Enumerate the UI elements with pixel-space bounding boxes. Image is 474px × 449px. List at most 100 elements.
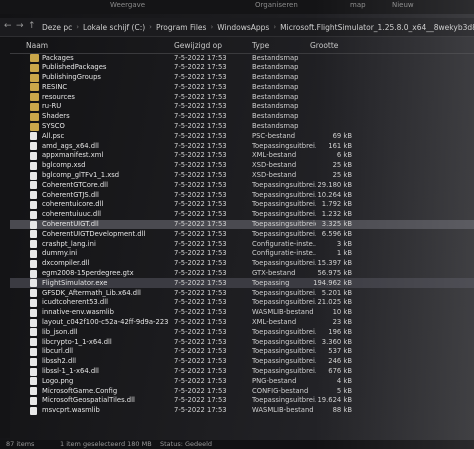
file-row[interactable]: CoherentGTJS.dll 7-5-2022 17:53 Toepassing… (10, 190, 474, 200)
file-row[interactable]: coherentuicore.dll 7-5-2022 17:53 Toepassi… (10, 200, 474, 210)
breadcrumb-item[interactable]: Program Files (156, 23, 207, 32)
column-header-date[interactable]: Gewijzigd op (174, 41, 222, 50)
chevron-right-icon: › (210, 23, 214, 31)
file-type: Bestandsmap (252, 82, 299, 91)
file-row[interactable]: libcrypto-1_1-x64.dll 7-5-2022 17:53 Toepa… (10, 337, 474, 347)
ribbon-tab-map[interactable]: map (350, 1, 366, 9)
file-name: coherentuiuuc.dll (42, 210, 101, 219)
file-size: 6 kB (336, 151, 352, 160)
file-row[interactable]: PublishedPackages 7-5-2022 17:53 Bestandsm… (10, 63, 474, 73)
file-row[interactable]: amd_ags_x64.dll 7-5-2022 17:53 Toepassings… (10, 141, 474, 151)
column-header-name[interactable]: Naam (26, 41, 48, 50)
file-icon (30, 308, 37, 317)
breadcrumb-item[interactable]: Lokale schijf (C:) (83, 23, 145, 32)
file-list: Packages 7-5-2022 17:53 Bestandsmap Publish… (10, 53, 474, 415)
file-row[interactable]: layout_c042f100-c52a-42ff-9d9a-2234... 7-… (10, 318, 474, 328)
file-name: MicrosoftGeospatialTiles.dll (42, 396, 135, 405)
file-size: 4 kB (336, 376, 352, 385)
file-row[interactable]: coherentuiuuc.dll 7-5-2022 17:53 Toepassin… (10, 210, 474, 220)
file-name: innative-env.wasmlib (42, 308, 115, 317)
file-row[interactable]: dxcompiler.dll 7-5-2022 17:53 Toepassingsu… (10, 259, 474, 269)
ribbon-tab-new[interactable]: Nieuw (392, 1, 414, 9)
file-name: resources (42, 92, 75, 101)
breadcrumb-item[interactable]: Deze pc (42, 23, 72, 32)
file-row[interactable]: PublishingGroups 7-5-2022 17:53 Bestandsma… (10, 73, 474, 83)
file-date: 7-5-2022 17:53 (174, 63, 227, 72)
file-row[interactable]: libssh2.dll 7-5-2022 17:53 Toepassingsuitb… (10, 357, 474, 367)
column-header-size[interactable]: Grootte (310, 41, 338, 50)
file-type: Bestandsmap (252, 63, 299, 72)
file-row[interactable]: libcurl.dll 7-5-2022 17:53 Toepassingsuitb… (10, 347, 474, 357)
breadcrumb-item[interactable]: WindowsApps (217, 23, 269, 32)
file-row[interactable]: MicrosoftGeospatialTiles.dll 7-5-2022 17:… (10, 396, 474, 406)
file-icon (30, 347, 37, 356)
file-row[interactable]: RESINC 7-5-2022 17:53 Bestandsmap (10, 82, 474, 92)
file-row[interactable]: FlightSimulator.exe 7-5-2022 17:53 Toepass… (10, 278, 474, 289)
column-header-type[interactable]: Type (252, 41, 269, 50)
file-row[interactable]: CoherentUIGTDevelopment.dll 7-5-2022 17:5… (10, 229, 474, 239)
file-name: PublishedPackages (42, 63, 107, 72)
file-row[interactable]: Shaders 7-5-2022 17:53 Bestandsmap (10, 112, 474, 122)
file-name: amd_ags_x64.dll (42, 141, 99, 150)
file-row[interactable]: libssl-1_1-x64.dll 7-5-2022 17:53 Toepassi… (10, 367, 474, 377)
status-selection: 1 item geselecteerd 180 MB (60, 440, 152, 448)
file-name: lib_json.dll (42, 327, 78, 336)
file-row[interactable]: egm2008-15perdegree.gtx 7-5-2022 17:53 GTX… (10, 269, 474, 279)
file-date: 7-5-2022 17:53 (174, 180, 227, 189)
file-size: 25 kB (332, 161, 352, 170)
file-icon (30, 132, 37, 141)
file-icon (30, 181, 37, 190)
file-icon (30, 269, 37, 278)
file-row[interactable]: appxmanifest.xml 7-5-2022 17:53 XML-bestan… (10, 151, 474, 161)
file-icon (30, 338, 37, 347)
file-row[interactable]: icudtcoherent53.dll 7-5-2022 17:53 Toepass… (10, 298, 474, 308)
file-row[interactable]: GFSDK_Aftermath_Lib.x64.dll 7-5-2022 17:5… (10, 288, 474, 298)
file-date: 7-5-2022 17:53 (174, 190, 227, 199)
file-row[interactable]: CoherentUIGT.dll 7-5-2022 17:53 Toepassing… (10, 219, 474, 230)
forward-arrow-icon[interactable]: → (16, 21, 24, 31)
address-bar[interactable]: ← → ↑ Deze pc › Lokale schijf (C:) › Pro… (0, 18, 474, 37)
file-type: Bestandsmap (252, 102, 299, 111)
file-row[interactable]: All.psc 7-5-2022 17:53 PSC-bestand 69 kB (10, 131, 474, 141)
file-row[interactable]: msvcprt.wasmlib 7-5-2022 17:53 WASMLIB-bes… (10, 406, 474, 416)
file-size: 537 kB (328, 347, 352, 356)
file-row[interactable]: Packages 7-5-2022 17:53 Bestandsmap (10, 53, 474, 63)
file-name: msvcprt.wasmlib (42, 406, 100, 415)
breadcrumb-item[interactable]: Microsoft.FlightSimulator_1.25.8.0_x64__… (280, 23, 474, 32)
file-row[interactable]: crashpt_lang.ini 7-5-2022 17:53 Configurat… (10, 239, 474, 249)
file-row[interactable]: SYSCO 7-5-2022 17:53 Bestandsmap (10, 122, 474, 132)
file-row[interactable]: ru-RU 7-5-2022 17:53 Bestandsmap (10, 102, 474, 112)
column-header-row: Naam Gewijzigd op Type Grootte (10, 40, 474, 54)
chevron-right-icon: › (273, 23, 277, 31)
file-date: 7-5-2022 17:53 (174, 200, 227, 209)
file-date: 7-5-2022 17:53 (174, 249, 227, 258)
back-arrow-icon[interactable]: ← (4, 21, 12, 31)
file-date: 7-5-2022 17:53 (174, 210, 227, 219)
file-row[interactable]: innative-env.wasmlib 7-5-2022 17:53 WASMLI… (10, 308, 474, 318)
up-arrow-icon[interactable]: ↑ (28, 21, 36, 31)
file-date: 7-5-2022 17:53 (174, 131, 227, 140)
ribbon-tab-view[interactable]: Weergave (110, 1, 145, 9)
file-size: 56.975 kB (317, 269, 352, 278)
chevron-right-icon: › (76, 23, 80, 31)
file-row[interactable]: resources 7-5-2022 17:53 Bestandsmap (10, 92, 474, 102)
file-date: 7-5-2022 17:53 (174, 406, 227, 415)
file-row[interactable]: lib_json.dll 7-5-2022 17:53 Toepassingsuit… (10, 327, 474, 337)
file-row[interactable]: CoherentGTCore.dll 7-5-2022 17:53 Toepassi… (10, 180, 474, 190)
file-name: egm2008-15perdegree.gtx (42, 269, 134, 278)
file-name: libssh2.dll (42, 357, 77, 366)
file-row[interactable]: bglcomp_glTFv1_1.xsd 7-5-2022 17:53 XSD-be… (10, 171, 474, 181)
file-size: 69 kB (332, 131, 352, 140)
file-icon (30, 357, 37, 366)
file-type: Bestandsmap (252, 112, 299, 121)
ribbon-tab-organize[interactable]: Organiseren (255, 1, 298, 9)
file-name: GFSDK_Aftermath_Lib.x64.dll (42, 288, 141, 297)
file-name: libcrypto-1_1-x64.dll (42, 337, 112, 346)
file-row[interactable]: dummy.ini 7-5-2022 17:53 Configuratie-inst… (10, 249, 474, 259)
file-date: 7-5-2022 17:53 (174, 357, 227, 366)
file-row[interactable]: MicrosoftGame.Config 7-5-2022 17:53 CONFIG… (10, 386, 474, 396)
file-date: 7-5-2022 17:53 (174, 318, 227, 327)
file-row[interactable]: Logo.png 7-5-2022 17:53 PNG-bestand 4 kB (10, 376, 474, 386)
file-name: bglcomp.xsd (42, 161, 86, 170)
file-row[interactable]: bglcomp.xsd 7-5-2022 17:53 XSD-bestand 25 k… (10, 161, 474, 171)
